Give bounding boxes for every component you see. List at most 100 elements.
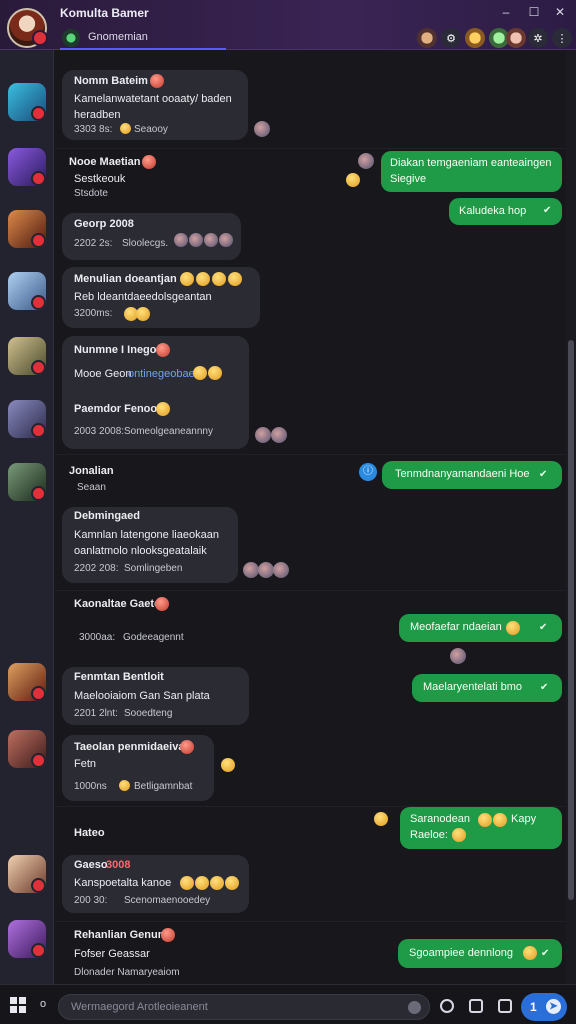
message-time: 2202 208: [74, 563, 119, 574]
attach-icon[interactable] [498, 999, 512, 1013]
message-link[interactable]: Sloolecgs. [122, 238, 168, 249]
sender-name: Rehanlian Genun [74, 929, 165, 941]
message-link[interactable]: Someolgeaneannny [124, 426, 213, 437]
channel-name[interactable]: Gnomemian [88, 31, 148, 43]
message-text: Saranodean [410, 813, 470, 825]
message-text: Raeloe: [410, 829, 448, 841]
message-text: Maelooiaiom Gan San plata [74, 690, 210, 702]
reaction-icon[interactable] [271, 427, 287, 443]
reaction-icon[interactable] [255, 427, 271, 443]
reaction-icon[interactable] [450, 648, 466, 664]
sidebar-item-server[interactable] [8, 855, 46, 893]
incoming-message-bubble[interactable]: Menulian doeantjan Reb ldeantdaeedolsgea… [62, 267, 260, 328]
badge-icon [142, 155, 156, 169]
sidebar-item-server[interactable] [8, 730, 46, 768]
sidebar-item-server[interactable] [8, 920, 46, 958]
sidebar-item-server[interactable] [8, 400, 46, 438]
sidebar-item-server[interactable] [8, 337, 46, 375]
reaction-icon[interactable] [258, 562, 274, 578]
windows-start-icon[interactable] [10, 997, 26, 1013]
incoming-message-bubble[interactable]: Georp 2008 2202 2s: Sloolecgs. [62, 213, 241, 260]
reaction-icon[interactable] [243, 562, 259, 578]
sender-name: Menulian doeantjan [74, 273, 177, 285]
message-time: 2201 2lnt: [74, 708, 118, 719]
outgoing-message-bubble[interactable]: Sgoampiee dennlong ✔ [398, 939, 562, 968]
message-time: 3303 8s: [74, 124, 113, 135]
message-text: Maelaryentelati bmo [423, 681, 523, 693]
outgoing-message-bubble[interactable]: Meofaefar ndaeian ✔ [399, 614, 562, 642]
emoji-icon [156, 402, 170, 416]
sticker-icon[interactable] [469, 999, 483, 1013]
emoji-picker-icon[interactable] [408, 1001, 421, 1014]
member-avatar-icon[interactable] [417, 28, 437, 48]
message-text: Dlonader Namaryeaiom [74, 967, 180, 978]
incoming-message-bubble[interactable]: Nomm Bateim Kamelanwatetant ooaaty/ bade… [62, 70, 248, 140]
member-avatar-icon[interactable] [506, 28, 526, 48]
reaction-icon[interactable] [204, 233, 218, 247]
message-link[interactable]: Godeeagennt [123, 632, 184, 643]
reaction-icon[interactable] [189, 233, 203, 247]
user-avatar[interactable] [7, 8, 48, 48]
emoji-icon [506, 621, 520, 635]
incoming-message-bubble[interactable]: Debmingaed Kamnlan latengone liaeokaan o… [62, 507, 238, 583]
reaction-icon[interactable] [174, 233, 188, 247]
emoji-icon [180, 272, 194, 286]
send-button[interactable]: 1 ➤ [521, 993, 567, 1021]
share-icon[interactable]: ✲ [528, 28, 548, 48]
member-avatar-icon[interactable] [465, 28, 485, 48]
incoming-message-bubble[interactable]: Gaeso 3008 Kanspoetalta kanoe 200 30: Sc… [62, 855, 249, 913]
message-time: 2003 2008: [74, 426, 125, 437]
sidebar-item-server[interactable] [8, 463, 46, 501]
message-link[interactable]: Sooedteng [124, 708, 172, 719]
minimize-button[interactable]: – [497, 5, 515, 19]
incoming-message-bubble[interactable]: Nunmne I Inego Mooe Geon ontinegeobae Pa… [62, 336, 249, 449]
sender-name: Jonalian [69, 465, 114, 477]
gear-icon[interactable]: ⚙ [441, 28, 461, 48]
reaction-icon[interactable] [219, 233, 233, 247]
sidebar-item-server[interactable] [8, 210, 46, 248]
message-link[interactable]: Seaooy [134, 124, 168, 135]
sidebar-item-server[interactable] [8, 663, 46, 701]
message-text: Mooe Geon [74, 368, 132, 380]
emoji-icon [195, 876, 209, 890]
sender-name: Taeolan penmidaeiva [74, 741, 185, 753]
message-text: Kapy [511, 813, 537, 825]
message-link[interactable]: Scenomaenooedey [124, 895, 210, 906]
emoji-icon [120, 123, 131, 134]
reaction-icon[interactable] [254, 121, 270, 137]
chat-area: Nomm Bateim Kamelanwatetant ooaaty/ bade… [55, 50, 566, 984]
message-text: Kaludeka hop [459, 205, 527, 217]
info-icon[interactable]: ⓘ [359, 463, 377, 481]
close-button[interactable]: ✕ [551, 5, 569, 19]
name-tag: 3008 [106, 859, 131, 871]
maximize-button[interactable]: ☐ [525, 5, 543, 19]
outgoing-message-bubble[interactable]: Kaludeka hop ✔ [449, 198, 562, 225]
sender-name: Georp 2008 [74, 218, 134, 230]
sidebar-item-server[interactable] [8, 272, 46, 310]
title-bar: Komulta Bamer Gnomemian ⚙ ✲ ⋮ – ☐ ✕ [0, 0, 576, 50]
incoming-message-bubble[interactable]: Fenmtan Bentloit Maelooiaiom Gan San pla… [62, 667, 249, 725]
message-text: Reb ldeantdaeedolsgeantan [74, 291, 212, 303]
reaction-icon[interactable] [358, 153, 374, 169]
outgoing-message-bubble[interactable]: Diakan temgaeniam eanteaingen Siegive [381, 151, 562, 192]
outgoing-message-bubble[interactable]: Maelaryentelati bmo ✔ [412, 674, 562, 702]
sender-name: Gaeso [74, 859, 108, 871]
outgoing-message-bubble[interactable]: Saranodean Kapy Raeloe: [400, 807, 562, 849]
message-input[interactable]: Wermaegord Arotleoieanent [58, 994, 430, 1020]
emoji-icon [221, 758, 235, 772]
outgoing-message-bubble[interactable]: Tenmdnanyamandaeni Hoe ✔ [382, 461, 562, 489]
message-time: 1000ns [74, 781, 107, 792]
message-link[interactable]: Somlingeben [124, 563, 182, 574]
badge-icon [150, 74, 164, 88]
sidebar-item-server[interactable] [8, 83, 46, 121]
scrollbar[interactable] [566, 50, 576, 984]
gif-icon[interactable] [440, 999, 454, 1013]
menu-icon[interactable]: ⋮ [552, 28, 572, 48]
incoming-message-bubble[interactable]: Taeolan penmidaeiva Fetn 1000ns Betligam… [62, 735, 214, 801]
message-link[interactable]: ontinegeobae [128, 368, 195, 380]
message-link[interactable]: Betligamnbat [134, 781, 192, 792]
reaction-icon[interactable] [273, 562, 289, 578]
scrollbar-thumb[interactable] [568, 340, 574, 900]
sidebar-item-server[interactable] [8, 148, 46, 186]
message-text: Kamnlan latengone liaeokaan [74, 529, 219, 541]
